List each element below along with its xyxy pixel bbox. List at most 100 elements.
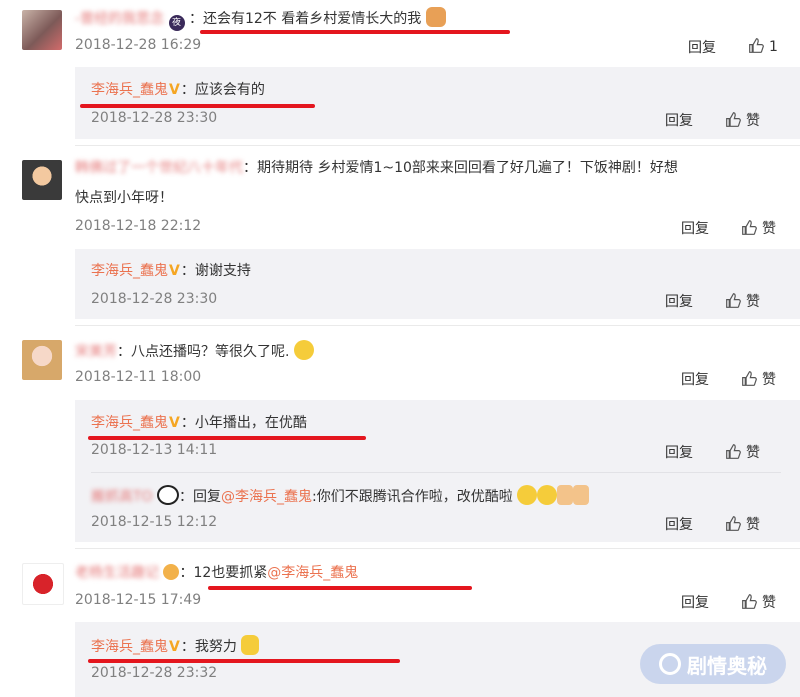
thumb-up-icon [726,444,741,459]
highlight-underline [80,104,315,108]
reply-body: 李海兵_蠢鬼V：小年播出，在优酷 [91,413,307,433]
like-button[interactable]: 赞 [741,369,776,389]
watermark-swirl-icon [659,653,681,675]
reply-body: 搬抓高TO ：回复@李海兵_蠢鬼:你们不跟腾讯合作啦，改优酷啦 [91,485,590,507]
reply-button[interactable]: 回复 [681,592,709,612]
comment-user-name[interactable]: 老杨生活趣记 [75,565,159,581]
comment-text: 12也要抓紧 [193,565,268,581]
reply-body: 李海兵_蠢鬼V：谢谢支持 [91,261,251,281]
verified-badge-icon: V [169,263,180,279]
highlight-underline [208,586,472,590]
highlight-underline [88,659,400,663]
flex-arm-emoji-icon [241,635,260,655]
reply-time: 2018-12-28 23:30 [91,110,218,126]
verified-badge-icon: V [169,639,180,655]
reply-text: 谢谢支持 [194,263,251,279]
highlight-underline [200,30,510,34]
like-label: 赞 [762,372,776,388]
comment-user-name[interactable]: 韩佛过了一个世纪八十年代 [75,160,243,176]
verified-badge-icon: V [169,82,180,98]
divider [75,325,800,326]
highlight-underline [88,436,366,440]
avatar[interactable] [22,10,62,50]
reply-button[interactable]: 回复 [665,291,693,311]
comment-text: 还会有12不 看着乡村爱情长大的我 [202,11,422,27]
sad-emoji-icon [293,340,314,360]
reply-user-name[interactable]: 李海兵_蠢鬼 [91,82,168,98]
thumb-up-icon [726,112,741,127]
like-label: 赞 [762,221,776,237]
reply-user-name[interactable]: 李海兵_蠢鬼 [91,639,168,655]
watermark-logo: 剧情奥秘 [640,644,786,684]
separator: ： [180,639,195,655]
thumb-up-icon [742,371,757,386]
like-label: 赞 [746,517,760,533]
comment-time: 2018-12-18 22:12 [75,218,202,234]
avatar[interactable] [22,563,64,605]
separator: ： [180,415,195,431]
like-label: 赞 [762,595,776,611]
comment-text: 八点还播吗？等很久了呢. [131,344,290,360]
like-button[interactable]: 1 [748,37,778,55]
reply-button[interactable]: 回复 [688,37,716,57]
thumb-up-icon [742,220,757,235]
like-button[interactable]: 赞 [725,442,760,462]
comment-2-body: 韩佛过了一个世纪八十年代：期待期待 乡村爱情1~10部来来回回看了好几遍了！下饭… [75,158,678,178]
reply-text: :你们不跟腾讯合作啦，改优酷啦 [312,489,513,505]
reply-button[interactable]: 回复 [665,514,693,534]
emoji-icon [425,7,446,27]
reply-time: 2018-12-13 14:11 [91,442,218,458]
panda-emoji-icon [157,485,180,505]
mention-link[interactable]: @李海兵_蠢鬼 [267,565,358,581]
divider [75,145,800,146]
like-label: 赞 [746,113,760,129]
thumbs-up-emoji-icon [573,485,590,505]
comment-time: 2018-12-28 16:29 [75,37,202,53]
verified-badge-icon: V [169,415,180,431]
comment-3-body: 宋美芳：八点还播吗？等很久了呢. [75,340,314,362]
separator: ： [188,11,203,27]
reply-button[interactable]: 回复 [681,218,709,238]
separator: ： [179,565,194,581]
like-count: 1 [769,39,778,55]
thumb-up-icon [726,516,741,531]
comment-user-name[interactable]: 宋美芳 [75,344,117,360]
reply-time: 2018-12-28 23:30 [91,291,218,307]
divider [75,548,800,549]
victory-hand-icon [557,485,574,505]
reply-button[interactable]: 回复 [665,442,693,462]
member-badge-icon [163,564,180,580]
grin-emoji-icon [517,485,538,505]
like-button[interactable]: 赞 [725,110,760,130]
reply-time: 2018-12-28 23:32 [91,665,218,681]
reply-user-name[interactable]: 搬抓高TO [91,489,153,505]
reply-time: 2018-12-15 12:12 [91,514,218,530]
thumb-up-icon [726,293,741,308]
reply-button[interactable]: 回复 [681,369,709,389]
separator: ： [243,160,257,176]
reply-body: 李海兵_蠢鬼V：应该会有的 [91,80,265,100]
mention-link[interactable]: @李海兵_蠢鬼 [221,489,312,505]
reply-button[interactable]: 回复 [665,110,693,130]
reply-text: 我努力 [194,639,237,655]
separator: ： [180,82,195,98]
comment-user-name[interactable]: -曾经的我思念 [75,11,164,27]
comment-1-body: -曾经的我思念 夜 ：还会有12不 看着乡村爱情长大的我 [75,7,446,31]
reply-user-name[interactable]: 李海兵_蠢鬼 [91,263,168,279]
avatar[interactable] [22,340,62,380]
reply-text: 小年播出，在优酷 [194,415,307,431]
like-button[interactable]: 赞 [725,514,760,534]
watermark-text: 剧情奥秘 [687,653,767,678]
like-label: 赞 [746,294,760,310]
comment-4-body: 老杨生活趣记 ：12也要抓紧@李海兵_蠢鬼 [75,563,358,583]
like-button[interactable]: 赞 [741,218,776,238]
avatar[interactable] [22,160,62,200]
thumb-up-icon [742,594,757,609]
comment-time: 2018-12-11 18:00 [75,369,202,385]
reply-user-name[interactable]: 李海兵_蠢鬼 [91,415,168,431]
like-button[interactable]: 赞 [725,291,760,311]
separator: ： [117,344,131,360]
member-badge-icon: 夜 [168,15,185,31]
like-button[interactable]: 赞 [741,592,776,612]
reply-text: 应该会有的 [194,82,265,98]
